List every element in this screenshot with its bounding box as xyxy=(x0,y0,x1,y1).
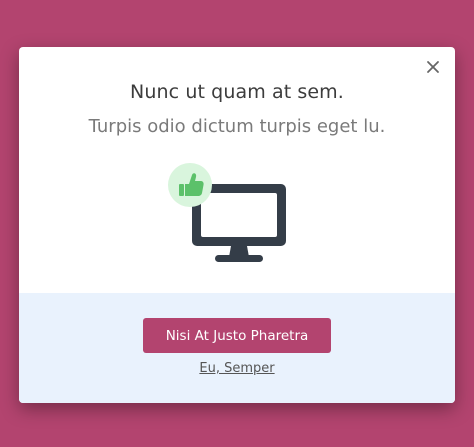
dialog-subtitle: Turpis odio dictum turpis eget lu. xyxy=(88,116,386,137)
monitor-icon xyxy=(168,163,286,262)
primary-action-button[interactable]: Nisi At Justo Pharetra xyxy=(143,318,331,353)
modal-dialog: Nunc ut quam at sem. Turpis odio dictum … xyxy=(19,47,455,403)
close-icon[interactable] xyxy=(425,59,441,75)
dialog-title: Nunc ut quam at sem. xyxy=(130,81,344,103)
secondary-action-link[interactable]: Eu, Semper xyxy=(19,361,455,376)
thumbs-up-icon xyxy=(168,163,212,207)
dialog-footer: Nisi At Justo Pharetra Eu, Semper xyxy=(19,293,455,403)
